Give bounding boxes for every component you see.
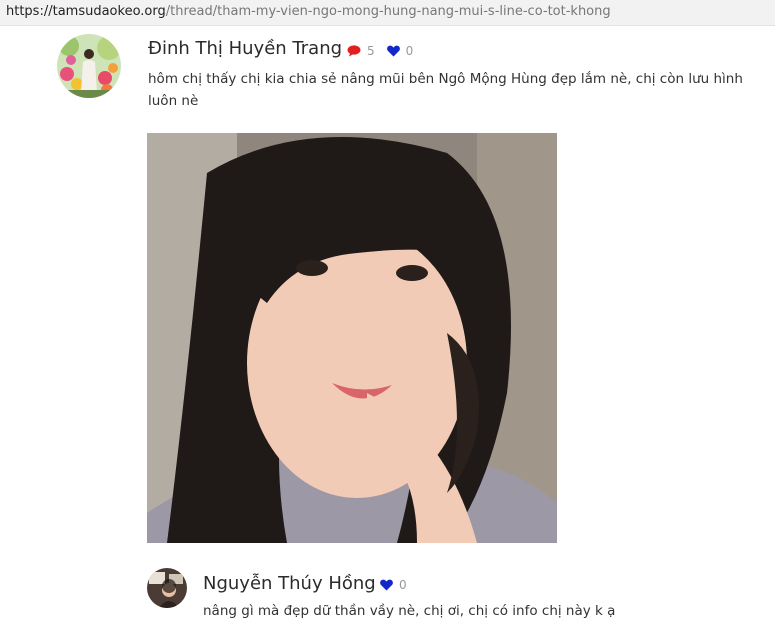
author-name[interactable]: Nguyễn Thúy Hồng (203, 573, 376, 594)
like-count[interactable]: 0 (380, 578, 407, 592)
url-host: https://tamsudaokeo.org (6, 4, 166, 19)
avatar[interactable] (57, 34, 121, 98)
post-photo[interactable] (147, 133, 557, 543)
comment-count[interactable]: 5 (347, 44, 375, 58)
reply-text: nâng gì mà đẹp dữ thần vầy nè, chị ơi, c… (203, 603, 616, 619)
address-bar[interactable]: https://tamsudaokeo.org/thread/tham-my-v… (0, 0, 775, 26)
speech-bubble-icon (347, 45, 361, 57)
heart-icon (386, 45, 400, 57)
post-text: hôm chị thấy chị kia chia sẻ nâng mũi bê… (148, 71, 743, 109)
url-path: /thread/tham-my-vien-ngo-mong-hung-nang-… (165, 4, 611, 19)
like-count[interactable]: 0 (386, 44, 413, 58)
heart-icon (380, 579, 393, 591)
reply-stats: 0 (380, 578, 419, 592)
avatar[interactable] (147, 568, 187, 608)
author-name[interactable]: Đinh Thị Huyền Trang (148, 38, 342, 59)
post-stats: 5 0 (347, 44, 425, 58)
